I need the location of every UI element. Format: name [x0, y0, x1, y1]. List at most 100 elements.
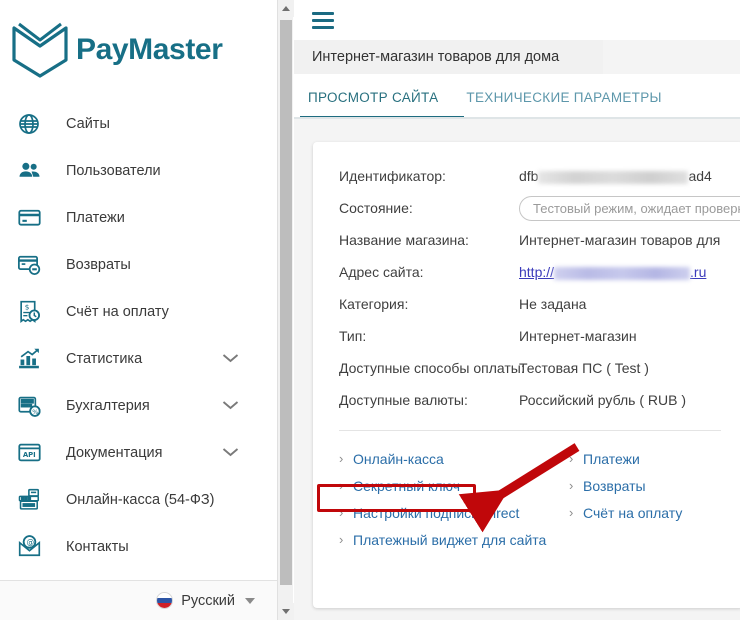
sidebar-item-refunds[interactable]: Возвраты — [0, 241, 277, 288]
language-selector[interactable]: Русский — [0, 580, 277, 620]
detail-label: Доступные валюты: — [339, 392, 468, 408]
mail-at-icon: @ — [14, 532, 44, 562]
detail-row-state: Состояние: Тестовый режим, ожидает прове… — [339, 192, 740, 224]
link-label: Секретный ключ — [353, 477, 460, 494]
link-secret-key[interactable]: › Секретный ключ — [339, 472, 569, 499]
link-label: Возвраты — [583, 477, 646, 494]
sidebar-item-statistics[interactable]: Статистика — [0, 335, 277, 382]
link-payment-widget[interactable]: › Платежный виджет для сайта — [339, 526, 569, 553]
link-invoice[interactable]: › Счёт на оплату — [569, 499, 739, 526]
detail-value: dfb ad4 — [519, 168, 712, 184]
site-url-link[interactable]: http:// .ru — [519, 264, 706, 280]
breadcrumb: Интернет-магазин товаров для дома — [294, 40, 603, 74]
sidebar-item-contacts[interactable]: @ Контакты — [0, 523, 277, 570]
detail-label: Состояние: — [339, 200, 413, 216]
triangle-up-icon — [282, 6, 290, 11]
redacted-url — [554, 266, 691, 280]
sidebar: PayMaster Сайты Пользователи Платежи Воз… — [0, 0, 277, 620]
chevron-down-icon[interactable] — [222, 350, 239, 368]
detail-value: Тестовая ПС ( Test ) — [519, 360, 649, 376]
detail-row-shop-name: Название магазина: Интернет-магазин това… — [339, 224, 740, 256]
scroll-up-button[interactable] — [278, 0, 294, 17]
detail-row-identifier: Идентификатор: dfb ad4 — [339, 160, 740, 192]
detail-label: Идентификатор: — [339, 168, 446, 184]
language-label: Русский — [181, 592, 235, 609]
detail-row-site-url: Адрес сайта: http:// .ru — [339, 256, 740, 288]
detail-value: Российский рубль ( RUB ) — [519, 392, 686, 408]
link-label: Настройки подписи Direct — [353, 504, 520, 521]
sidebar-item-label: Статистика — [66, 350, 143, 367]
link-refunds[interactable]: › Возвраты — [569, 472, 739, 499]
sidebar-scrollbar[interactable] — [277, 0, 294, 620]
svg-text:@: @ — [26, 538, 33, 547]
svg-text:API: API — [22, 451, 35, 459]
link-label: Платежи — [583, 450, 640, 467]
action-links-left-column: › Онлайн-касса › Секретный ключ › Настро… — [339, 445, 569, 553]
sidebar-item-label: Онлайн-касса (54-ФЗ) — [66, 491, 215, 508]
link-label: Платежный виджет для сайта — [353, 531, 547, 548]
link-payments[interactable]: › Платежи — [569, 445, 739, 472]
brand-name: PayMaster — [76, 33, 223, 66]
chevron-right-icon: › — [569, 505, 574, 520]
detail-label: Название магазина: — [339, 232, 469, 248]
breadcrumb-label: Интернет-магазин товаров для дома — [312, 49, 560, 65]
identifier-suffix: ad4 — [688, 168, 712, 184]
details-list: Идентификатор: dfb ad4 Состояние: Тестовы… — [313, 142, 740, 416]
detail-label: Тип: — [339, 328, 367, 344]
top-bar — [294, 0, 740, 40]
chevron-right-icon: › — [339, 505, 344, 520]
bar-chart-icon — [14, 344, 44, 374]
link-online-cashbox[interactable]: › Онлайн-касса — [339, 445, 569, 472]
cash-register-icon — [14, 485, 44, 515]
detail-row-payment-methods: Доступные способы оплаты: Тестовая ПС ( … — [339, 352, 740, 384]
sidebar-item-label: Возвраты — [66, 256, 131, 273]
sidebar-item-invoice[interactable]: $ Счёт на оплату — [0, 288, 277, 335]
sidebar-item-documentation[interactable]: API Документация — [0, 429, 277, 476]
tab-overflow[interactable] — [676, 90, 724, 117]
sidebar-item-label: Пользователи — [66, 162, 161, 179]
tab-technical-parameters[interactable]: ТЕХНИЧЕСКИЕ ПАРАМЕТРЫ — [452, 90, 675, 117]
credit-card-icon — [14, 203, 44, 233]
sidebar-item-accounting[interactable]: % Бухгалтерия — [0, 382, 277, 429]
chevron-right-icon: › — [569, 451, 574, 466]
detail-label: Доступные способы оплаты: — [339, 360, 525, 376]
sidebar-item-payments[interactable]: Платежи — [0, 194, 277, 241]
hamburger-menu-icon[interactable] — [312, 11, 334, 29]
scroll-down-button[interactable] — [278, 603, 294, 620]
sidebar-item-users[interactable]: Пользователи — [0, 147, 277, 194]
chevron-down-icon[interactable] — [222, 397, 239, 415]
link-label: Счёт на оплату — [583, 504, 683, 521]
globe-icon — [14, 109, 44, 139]
svg-text:$: $ — [24, 302, 29, 311]
link-label: Онлайн-касса — [353, 450, 444, 467]
api-doc-icon: API — [14, 438, 44, 468]
detail-row-category: Категория: Не задана — [339, 288, 740, 320]
identifier-prefix: dfb — [519, 168, 539, 184]
detail-label: Категория: — [339, 296, 409, 312]
tab-site-overview[interactable]: ПРОСМОТР САЙТА — [294, 90, 452, 117]
triangle-down-icon — [282, 609, 290, 614]
chevron-right-icon: › — [569, 478, 574, 493]
sidebar-item-label: Платежи — [66, 209, 125, 226]
sidebar-item-online-cashbox[interactable]: Онлайн-касса (54-ФЗ) — [0, 476, 277, 523]
sidebar-item-sites[interactable]: Сайты — [0, 100, 277, 147]
site-details-card: Идентификатор: dfb ad4 Состояние: Тестовы… — [313, 142, 740, 608]
brand-logo[interactable]: PayMaster — [0, 0, 277, 86]
chevron-down-icon[interactable] — [222, 444, 239, 462]
detail-row-type: Тип: Интернет-магазин — [339, 320, 740, 352]
action-links-right-column: › Платежи › Возвраты › Счёт на оплату — [569, 445, 739, 553]
active-tab-indicator — [300, 116, 464, 117]
tab-bar: ПРОСМОТР САЙТА ТЕХНИЧЕСКИЕ ПАРАМЕТРЫ — [294, 74, 740, 119]
link-direct-signature-settings[interactable]: › Настройки подписи Direct — [339, 499, 569, 526]
accounting-icon: % — [14, 391, 44, 421]
users-icon — [14, 156, 44, 186]
paymaster-logo-icon — [12, 22, 68, 78]
scrollbar-thumb[interactable] — [280, 20, 292, 585]
sidebar-item-label: Документация — [66, 444, 163, 461]
sidebar-item-label: Контакты — [66, 538, 129, 555]
caret-down-icon[interactable] — [245, 597, 255, 604]
detail-label: Адрес сайта: — [339, 264, 424, 280]
russia-flag-icon — [156, 592, 174, 609]
chevron-right-icon: › — [339, 478, 344, 493]
url-suffix: .ru — [690, 264, 707, 280]
